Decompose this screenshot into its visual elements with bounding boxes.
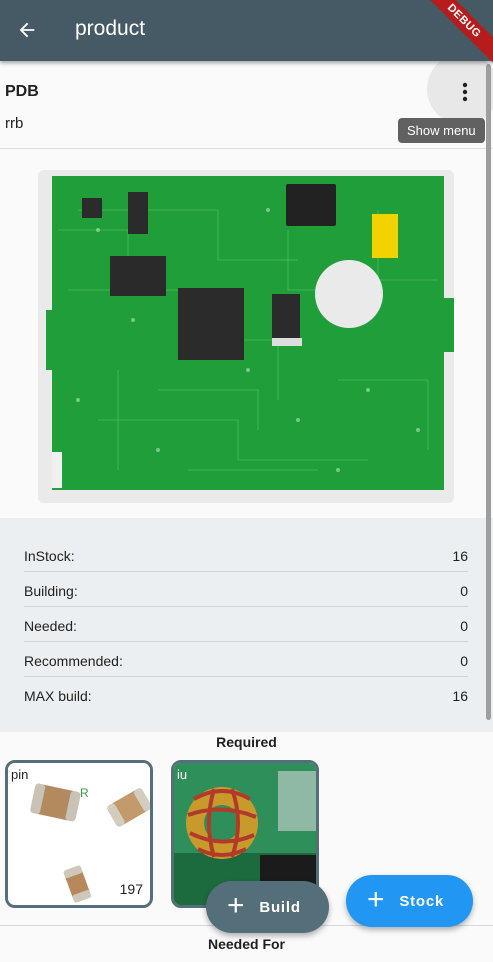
product-page: product DEBUG PDB rrb black Show menu xyxy=(0,0,493,962)
product-image[interactable] xyxy=(38,170,454,503)
stat-row-max-build: MAX build: 16 xyxy=(24,677,468,712)
arrow-back-icon xyxy=(19,22,35,38)
pcb-image xyxy=(38,170,454,503)
product-header: PDB rrb black Show menu xyxy=(0,53,493,149)
page-title: product xyxy=(75,17,146,40)
stat-value: 0 xyxy=(460,618,468,634)
stock-label: Stock xyxy=(399,892,445,910)
item-label: pin xyxy=(11,767,29,782)
add-icon: + xyxy=(367,882,386,916)
item-label: iu xyxy=(177,767,188,782)
stat-label: Recommended: xyxy=(24,653,123,669)
stat-row-needed: Needed: 0 xyxy=(24,607,468,642)
more-menu-button[interactable] xyxy=(448,77,482,107)
required-item-card[interactable]: pin R 197 xyxy=(5,760,153,908)
build-label: Build xyxy=(259,898,301,916)
back-button[interactable] xyxy=(10,12,44,48)
product-description: rrb xyxy=(5,115,24,132)
stock-button[interactable]: + Stock xyxy=(346,875,473,927)
more-vert-icon xyxy=(462,82,468,102)
stat-value: 16 xyxy=(452,688,468,704)
stat-label: InStock: xyxy=(24,548,75,564)
stat-label: Building: xyxy=(24,583,78,599)
stat-value: 0 xyxy=(460,583,468,599)
app-bar: product xyxy=(0,0,493,61)
stat-row-instock: InStock: 16 xyxy=(24,537,468,572)
needed-for-title: Needed For xyxy=(207,936,285,952)
build-button[interactable]: + Build xyxy=(206,881,329,933)
item-count: 197 xyxy=(119,881,143,897)
svg-text:R: R xyxy=(80,786,89,800)
stat-value: 16 xyxy=(452,548,468,564)
stock-stats: InStock: 16 Building: 0 Needed: 0 Recomm… xyxy=(0,518,493,732)
stat-label: MAX build: xyxy=(24,688,92,704)
required-title: Required xyxy=(216,734,277,750)
stat-value: 0 xyxy=(460,653,468,669)
add-icon: + xyxy=(227,888,246,922)
stat-row-building: Building: 0 xyxy=(24,572,468,607)
scrollbar[interactable] xyxy=(486,64,491,720)
stat-label: Needed: xyxy=(24,618,77,634)
product-name: PDB xyxy=(5,83,39,100)
stat-row-recommended: Recommended: 0 xyxy=(24,642,468,677)
menu-tooltip: Show menu xyxy=(398,118,485,143)
